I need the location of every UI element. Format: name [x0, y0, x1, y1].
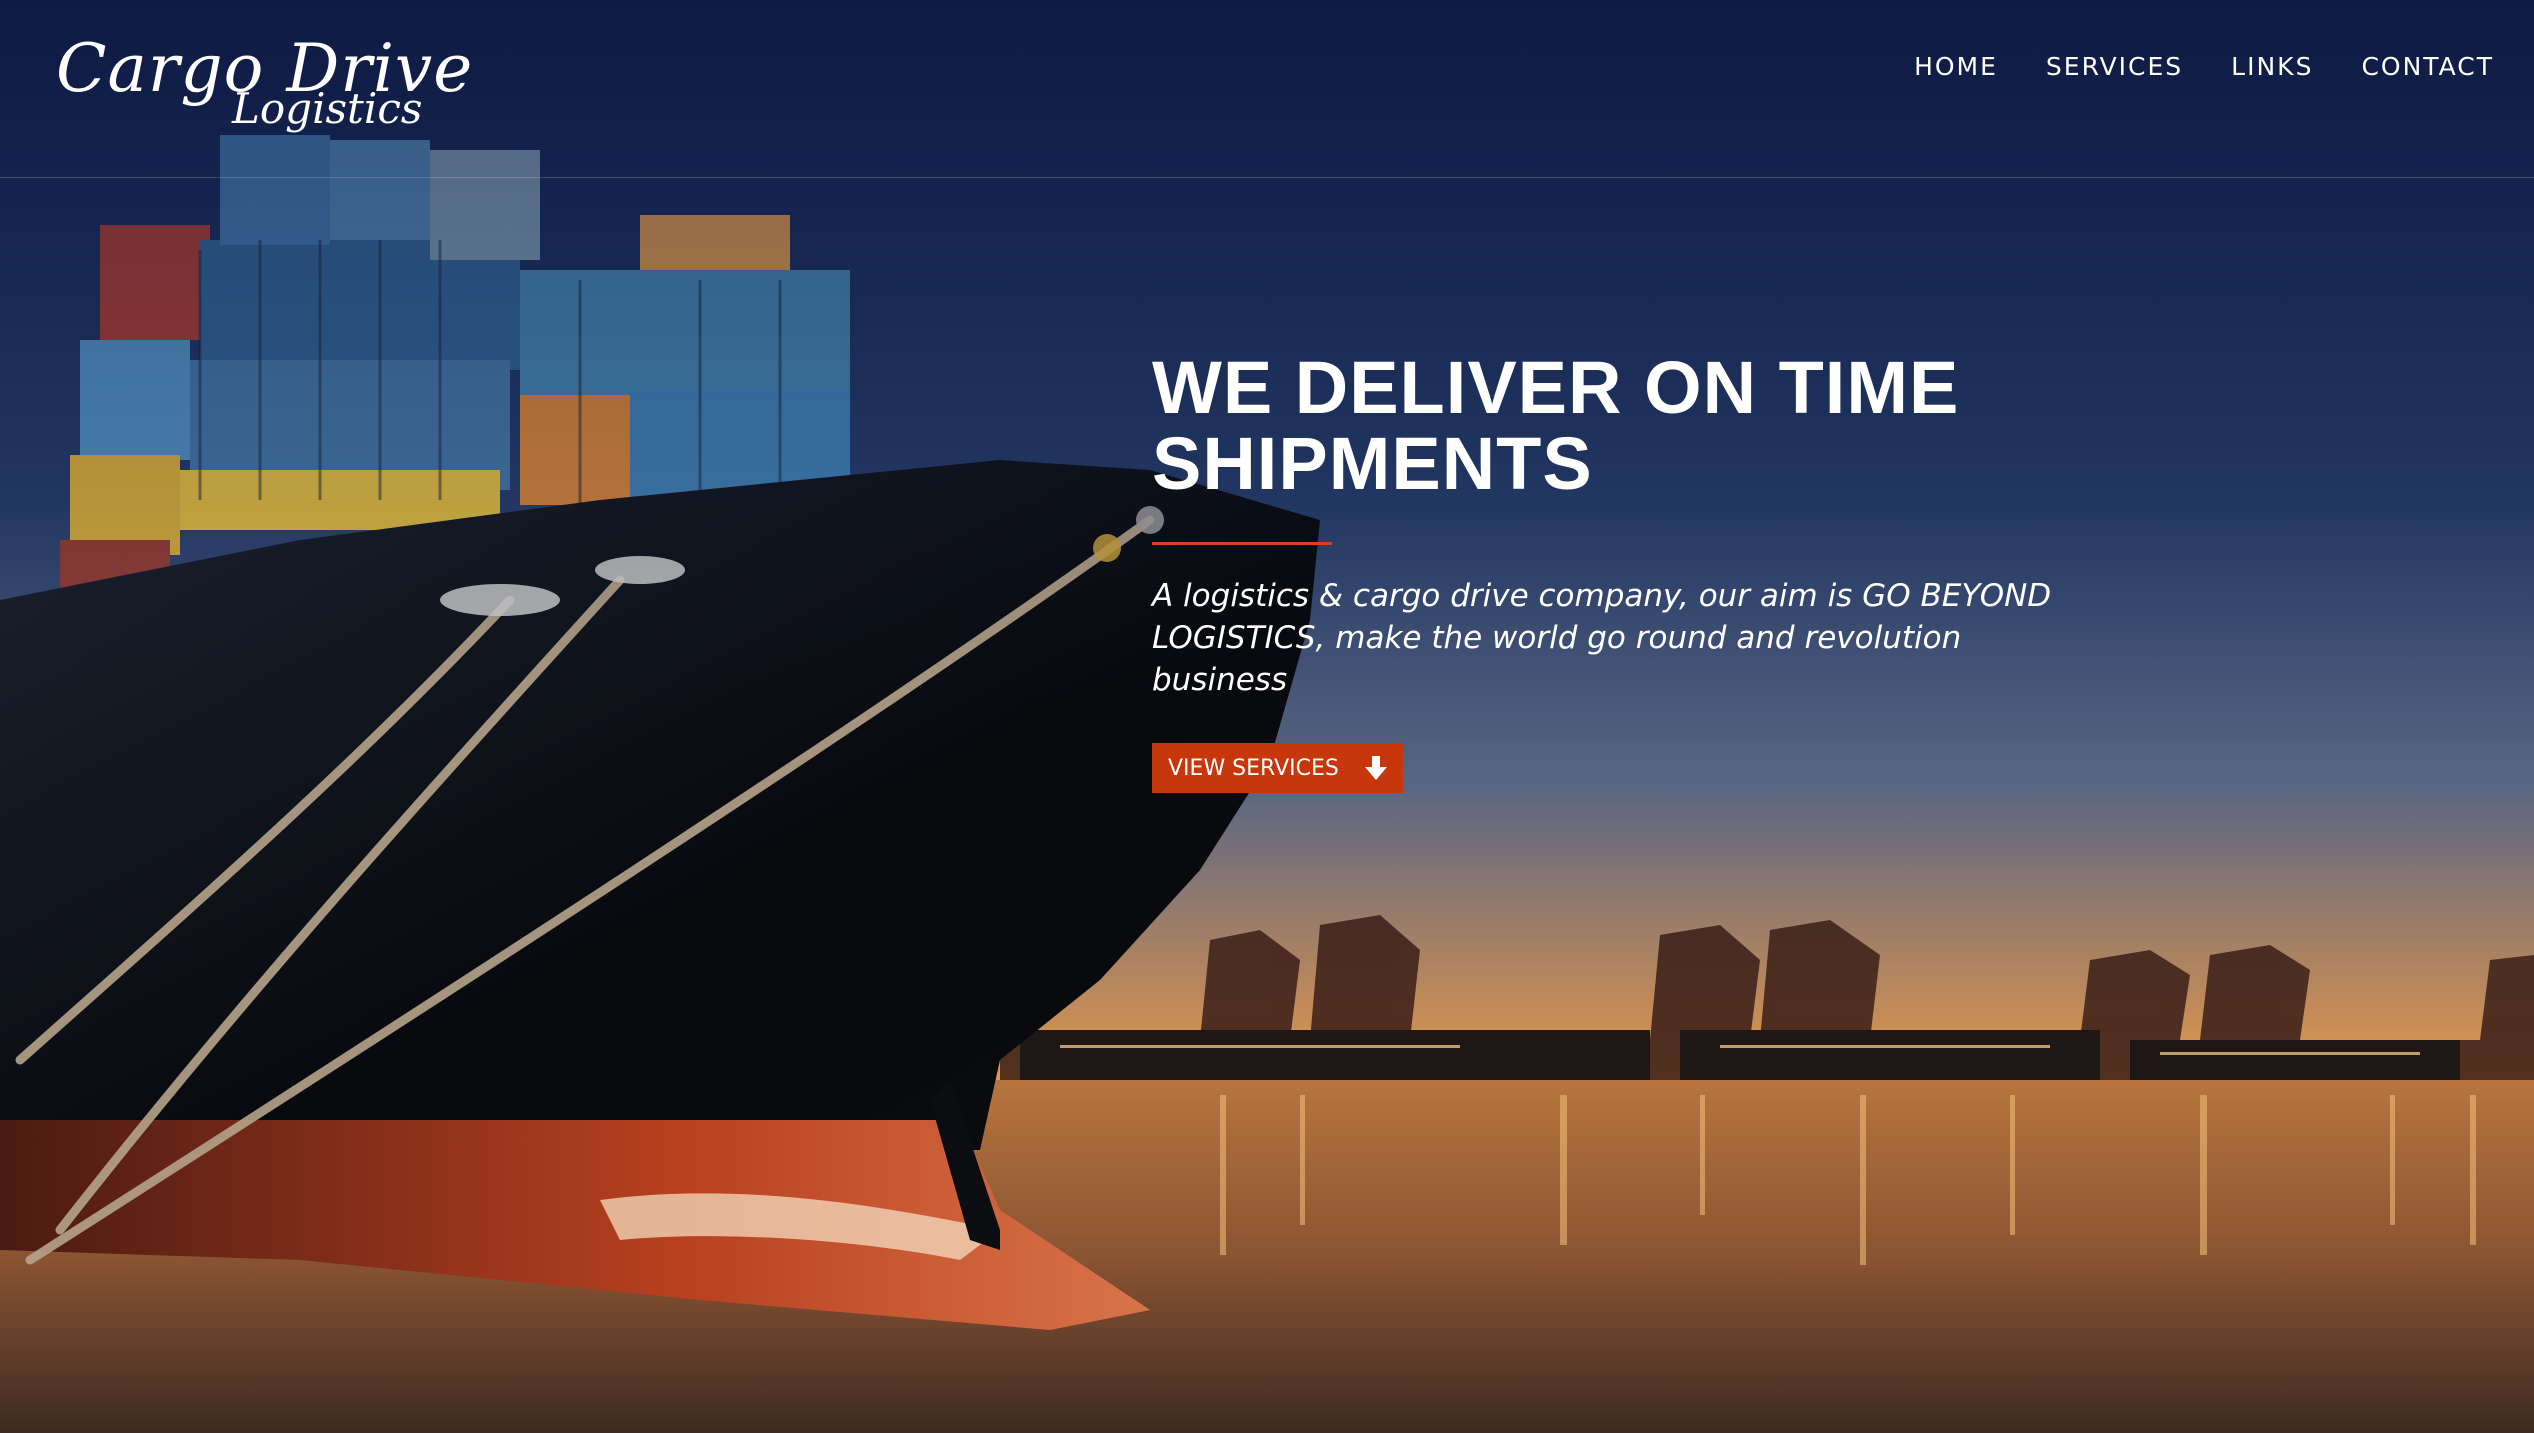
nav-item-links[interactable]: LINKS [2231, 52, 2313, 81]
view-services-button[interactable]: VIEW SERVICES [1152, 743, 1403, 793]
hero-headline-line2: SHIPMENTS [1152, 422, 1593, 505]
view-services-label: VIEW SERVICES [1168, 755, 1339, 781]
nav-item-contact[interactable]: CONTACT [2361, 52, 2494, 81]
hero-copy: WE DELIVER ON TIME SHIPMENTS A logistics… [1152, 350, 2252, 793]
arrow-down-icon [1364, 756, 1387, 780]
nav-item-home[interactable]: HOME [1914, 52, 1998, 81]
hero-headline: WE DELIVER ON TIME SHIPMENTS [1152, 350, 2252, 502]
nav-item-services[interactable]: SERVICES [2046, 52, 2183, 81]
site-header: Cargo Drive Logistics HOME SERVICES LINK… [0, 0, 2534, 178]
main-nav: HOME SERVICES LINKS CONTACT [1914, 52, 2494, 81]
hero-headline-line1: WE DELIVER ON TIME [1152, 346, 1960, 429]
accent-divider [1152, 542, 1332, 545]
brand-logo[interactable]: Cargo Drive Logistics [56, 30, 476, 140]
brand-subtitle: Logistics [232, 84, 423, 133]
hero-tagline: A logistics & cargo drive company, our a… [1152, 578, 2052, 698]
